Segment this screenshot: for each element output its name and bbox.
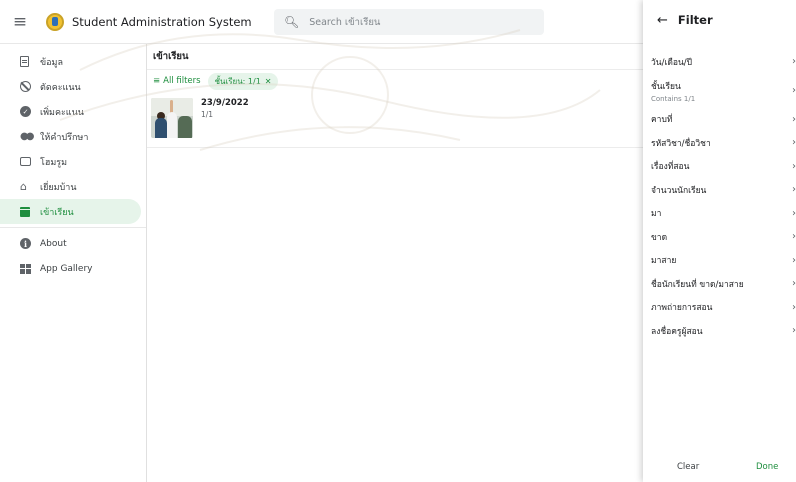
all-filters-label: All filters xyxy=(163,76,201,86)
app-title: Student Administration System xyxy=(72,14,252,29)
chevron-right-icon: › xyxy=(792,113,796,125)
chevron-right-icon: › xyxy=(792,254,796,266)
sidebar-item-label: ตัดคะแนน xyxy=(40,82,81,93)
chevron-right-icon: › xyxy=(792,137,796,149)
document-icon xyxy=(20,56,29,67)
sidebar-item-attendance[interactable]: เข้าเรียน xyxy=(0,199,141,224)
chevron-right-icon: › xyxy=(792,301,796,313)
filter-icon: ≡ xyxy=(153,76,161,86)
filter-row-late[interactable]: มาสาย › xyxy=(643,249,796,273)
filter-row-label: ชั้นเรียน xyxy=(651,81,681,92)
filter-row-label: ลงชื่อครูผู้สอน xyxy=(651,326,703,337)
filter-row-subject[interactable]: รหัสวิชา/ชื่อวิชา › xyxy=(643,131,796,155)
sidebar-item-deduct[interactable]: ตัดคะแนน xyxy=(0,74,141,99)
search-icon: 🔍︎ xyxy=(284,15,300,29)
sidebar-item-label: About xyxy=(40,238,67,249)
done-button[interactable]: Done xyxy=(756,462,778,472)
filter-panel-header: ← Filter xyxy=(643,0,796,40)
sidebar-item-label: โฮมรูม xyxy=(40,157,68,168)
sidebar-item-app-gallery[interactable]: App Gallery xyxy=(0,256,141,281)
sidebar-item-label: เพิ่มคะแนน xyxy=(40,107,84,118)
chevron-right-icon: › xyxy=(792,184,796,196)
school-logo xyxy=(46,12,64,31)
filter-row-absent[interactable]: ขาด › xyxy=(643,225,796,249)
filter-row-label: วัน/เดือน/ปี xyxy=(651,57,693,68)
sidebar-item-label: เยี่ยมบ้าน xyxy=(40,182,77,193)
chevron-right-icon: › xyxy=(792,231,796,243)
sidebar-item-label: App Gallery xyxy=(40,263,93,274)
search-input[interactable]: 🔍︎ Search เข้าเรียน xyxy=(274,9,544,35)
filter-row-label: เรื่องที่สอน xyxy=(651,162,690,173)
sidebar-item-about[interactable]: i About xyxy=(0,231,141,256)
filter-row-absent-late-names[interactable]: ชื่อนักเรียนที่ ขาด/มาสาย › xyxy=(643,272,796,296)
sidebar: ข้อมูล ตัดคะแนน ✓ เพิ่มคะแนน ●● ให้คำปรึ… xyxy=(0,44,146,482)
view-title: เข้าเรียน xyxy=(147,44,643,70)
filter-row-label: จำนวนนักเรียน xyxy=(651,185,707,196)
sidebar-item-counseling[interactable]: ●● ให้คำปรึกษา xyxy=(0,124,141,149)
filter-row-value: Contains 1/1 xyxy=(651,94,696,103)
sidebar-item-homeroom[interactable]: โฮมรูม xyxy=(0,149,141,174)
search-placeholder: Search เข้าเรียน xyxy=(309,16,381,28)
calendar-icon xyxy=(20,206,30,217)
home-icon: ⌂ xyxy=(20,180,27,193)
sidebar-divider xyxy=(0,227,146,228)
filter-row-label: มา xyxy=(651,209,662,220)
filter-row-teacher-signature[interactable]: ลงชื่อครูผู้สอน › xyxy=(643,319,796,343)
filter-row-present[interactable]: มา › xyxy=(643,202,796,226)
block-icon xyxy=(20,81,31,92)
filter-row-period[interactable]: คาบที่ › xyxy=(643,108,796,132)
filter-bar: ≡ All filters ชั้นเรียน: 1/1 ✕ xyxy=(147,70,643,92)
chevron-right-icon: › xyxy=(792,160,796,172)
filter-row-label: ชื่อนักเรียนที่ ขาด/มาสาย xyxy=(651,279,744,290)
filter-row-label: ขาด xyxy=(651,232,668,243)
info-icon: i xyxy=(20,238,31,249)
sidebar-item-add-score[interactable]: ✓ เพิ่มคะแนน xyxy=(0,99,141,124)
app-window: ≡ Student Administration System 🔍︎ Searc… xyxy=(0,0,796,482)
filter-panel-footer: Clear Done xyxy=(643,452,796,482)
filter-row-teaching-photo[interactable]: ภาพถ่ายการสอน › xyxy=(643,296,796,320)
list-item[interactable]: 23/9/2022 1/1 xyxy=(147,92,643,148)
check-circle-icon: ✓ xyxy=(20,106,31,117)
main-content: เข้าเรียน ≡ All filters ชั้นเรียน: 1/1 ✕… xyxy=(147,44,643,482)
record-class: 1/1 xyxy=(201,110,214,119)
record-date: 23/9/2022 xyxy=(201,98,249,108)
chevron-right-icon: › xyxy=(792,278,796,290)
chevron-right-icon: › xyxy=(792,85,796,96)
filter-row-label: มาสาย xyxy=(651,256,677,267)
chevron-right-icon: › xyxy=(792,325,796,337)
filter-row-label: ภาพถ่ายการสอน xyxy=(651,303,713,314)
sidebar-item-label: ข้อมูล xyxy=(40,57,64,68)
people-icon: ●● xyxy=(20,131,34,142)
sidebar-item-home-visit[interactable]: ⌂ เยี่ยมบ้าน xyxy=(0,174,141,199)
close-icon[interactable]: ✕ xyxy=(265,77,272,86)
sidebar-item-label: ให้คำปรึกษา xyxy=(40,132,89,143)
chevron-right-icon: › xyxy=(792,56,796,68)
teaching-photo xyxy=(151,98,193,138)
all-filters-button[interactable]: ≡ All filters xyxy=(153,76,201,86)
filter-chip-label: ชั้นเรียน: 1/1 xyxy=(214,76,261,86)
filter-row-label: คาบที่ xyxy=(651,115,673,126)
grid-icon xyxy=(20,263,31,274)
filter-row-class[interactable]: ชั้นเรียน Contains 1/1 › xyxy=(643,74,796,108)
chat-icon xyxy=(20,157,31,166)
filter-row-topic[interactable]: เรื่องที่สอน › xyxy=(643,155,796,179)
sidebar-item-info[interactable]: ข้อมูล xyxy=(0,49,141,74)
filter-chip[interactable]: ชั้นเรียน: 1/1 ✕ xyxy=(207,72,279,90)
filter-row-label: รหัสวิชา/ชื่อวิชา xyxy=(651,138,711,149)
filter-row-student-count[interactable]: จำนวนนักเรียน › xyxy=(643,178,796,202)
top-bar: ≡ Student Administration System 🔍︎ Searc… xyxy=(0,0,643,44)
chevron-right-icon: › xyxy=(792,207,796,219)
menu-icon[interactable]: ≡ xyxy=(0,0,40,44)
clear-button[interactable]: Clear xyxy=(677,462,699,472)
filter-panel-title: Filter xyxy=(677,13,713,27)
filter-row-date[interactable]: วัน/เดือน/ปี › xyxy=(643,50,796,74)
sidebar-item-label: เข้าเรียน xyxy=(40,207,74,218)
filter-panel: ← Filter วัน/เดือน/ปี › ชั้นเรียน Contai… xyxy=(643,0,796,482)
back-arrow-icon[interactable]: ← xyxy=(657,13,668,28)
